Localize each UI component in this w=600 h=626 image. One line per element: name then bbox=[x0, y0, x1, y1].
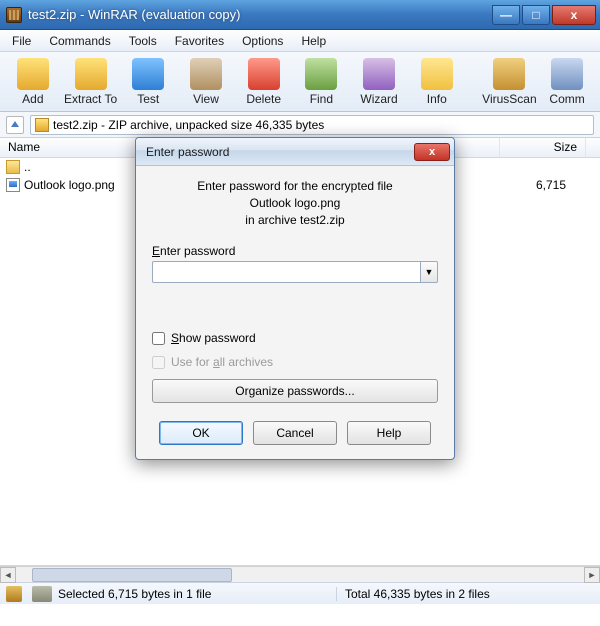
dialog-msg-line1: Enter password for the encrypted file bbox=[152, 178, 438, 195]
winrar-app-icon bbox=[6, 7, 22, 23]
use-for-all-checkbox bbox=[152, 356, 165, 369]
menu-commands[interactable]: Commands bbox=[41, 32, 118, 50]
view-label: View bbox=[193, 92, 219, 106]
virusscan-icon bbox=[493, 58, 525, 90]
dialog-message: Enter password for the encrypted file Ou… bbox=[152, 178, 438, 228]
path-field[interactable]: test2.zip - ZIP archive, unpacked size 4… bbox=[30, 115, 594, 135]
disk-icon bbox=[6, 586, 22, 602]
dialog-title: Enter password bbox=[146, 145, 414, 159]
show-password-label: Show password bbox=[171, 331, 256, 345]
menu-help[interactable]: Help bbox=[293, 32, 334, 50]
cancel-button[interactable]: Cancel bbox=[253, 421, 337, 445]
scroll-right-button[interactable]: ► bbox=[584, 567, 600, 583]
menu-options[interactable]: Options bbox=[234, 32, 291, 50]
key-icon bbox=[32, 586, 52, 602]
show-password-checkbox[interactable] bbox=[152, 332, 165, 345]
virusscan-button[interactable]: VirusScan bbox=[481, 54, 539, 110]
test-button[interactable]: Test bbox=[119, 54, 177, 110]
row-name: Outlook logo.png bbox=[24, 178, 115, 192]
find-icon bbox=[305, 58, 337, 90]
add-button[interactable]: Add bbox=[4, 54, 62, 110]
menu-tools[interactable]: Tools bbox=[121, 32, 165, 50]
arrow-up-icon bbox=[10, 120, 20, 130]
delete-label: Delete bbox=[246, 92, 281, 106]
use-for-all-row: Use for all archives bbox=[152, 355, 438, 369]
comment-button[interactable]: Comm bbox=[538, 54, 596, 110]
show-password-row[interactable]: Show password bbox=[152, 331, 438, 345]
extract-label: Extract To bbox=[64, 92, 117, 106]
close-button[interactable]: x bbox=[552, 5, 596, 25]
comment-icon bbox=[551, 58, 583, 90]
test-label: Test bbox=[137, 92, 159, 106]
folder-up-icon bbox=[6, 160, 20, 174]
status-selected: Selected 6,715 bytes in 1 file bbox=[56, 587, 336, 601]
row-name: .. bbox=[24, 160, 31, 174]
organize-passwords-label: Organize passwords... bbox=[235, 384, 354, 398]
add-icon bbox=[17, 58, 49, 90]
main-titlebar: test2.zip - WinRAR (evaluation copy) — □… bbox=[0, 0, 600, 30]
find-button[interactable]: Find bbox=[293, 54, 351, 110]
password-input[interactable] bbox=[152, 261, 420, 283]
wizard-button[interactable]: Wizard bbox=[350, 54, 408, 110]
password-row: ▼ bbox=[152, 261, 438, 283]
status-total: Total 46,335 bytes in 2 files bbox=[336, 587, 600, 601]
info-icon bbox=[421, 58, 453, 90]
toolbar: Add Extract To Test View Delete Find Wiz… bbox=[0, 52, 600, 112]
organize-passwords-button[interactable]: Organize passwords... bbox=[152, 379, 438, 403]
info-label: Info bbox=[427, 92, 447, 106]
extract-to-button[interactable]: Extract To bbox=[62, 54, 120, 110]
view-icon bbox=[190, 58, 222, 90]
minimize-button[interactable]: — bbox=[492, 5, 520, 25]
horizontal-scrollbar[interactable]: ◄ ► bbox=[0, 566, 600, 582]
comment-label: Comm bbox=[549, 92, 584, 106]
use-for-all-label: Use for all archives bbox=[171, 355, 273, 369]
wizard-icon bbox=[363, 58, 395, 90]
help-button[interactable]: Help bbox=[347, 421, 431, 445]
nav-up-button[interactable] bbox=[6, 116, 24, 134]
test-icon bbox=[132, 58, 164, 90]
delete-icon bbox=[248, 58, 280, 90]
ok-button[interactable]: OK bbox=[159, 421, 243, 445]
dialog-msg-line2: Outlook logo.png bbox=[152, 195, 438, 212]
password-label: Enter password bbox=[152, 244, 438, 258]
image-file-icon bbox=[6, 178, 20, 192]
add-label: Add bbox=[22, 92, 43, 106]
window-title: test2.zip - WinRAR (evaluation copy) bbox=[28, 7, 492, 22]
row-size: 6,715 bbox=[500, 178, 574, 192]
delete-button[interactable]: Delete bbox=[235, 54, 293, 110]
archive-icon bbox=[35, 118, 49, 132]
wizard-label: Wizard bbox=[360, 92, 397, 106]
enter-password-dialog: Enter password x Enter password for the … bbox=[135, 137, 455, 460]
virusscan-label: VirusScan bbox=[482, 92, 536, 106]
window-controls: — □ x bbox=[492, 5, 596, 25]
menu-bar: File Commands Tools Favorites Options He… bbox=[0, 30, 600, 52]
dialog-msg-line3: in archive test2.zip bbox=[152, 212, 438, 229]
dialog-titlebar[interactable]: Enter password x bbox=[136, 138, 454, 166]
password-dropdown-button[interactable]: ▼ bbox=[420, 261, 438, 283]
column-size[interactable]: Size bbox=[500, 138, 586, 157]
dialog-button-row: OK Cancel Help bbox=[152, 421, 438, 445]
scroll-left-button[interactable]: ◄ bbox=[0, 567, 16, 583]
status-bar: Selected 6,715 bytes in 1 file Total 46,… bbox=[0, 582, 600, 604]
dialog-close-button[interactable]: x bbox=[414, 143, 450, 161]
info-button[interactable]: Info bbox=[408, 54, 466, 110]
menu-file[interactable]: File bbox=[4, 32, 39, 50]
find-label: Find bbox=[310, 92, 333, 106]
menu-favorites[interactable]: Favorites bbox=[167, 32, 232, 50]
scroll-thumb[interactable] bbox=[32, 568, 232, 582]
address-bar: test2.zip - ZIP archive, unpacked size 4… bbox=[0, 112, 600, 138]
maximize-button[interactable]: □ bbox=[522, 5, 550, 25]
dialog-body: Enter password for the encrypted file Ou… bbox=[136, 166, 454, 459]
extract-icon bbox=[75, 58, 107, 90]
path-text: test2.zip - ZIP archive, unpacked size 4… bbox=[53, 118, 324, 132]
view-button[interactable]: View bbox=[177, 54, 235, 110]
